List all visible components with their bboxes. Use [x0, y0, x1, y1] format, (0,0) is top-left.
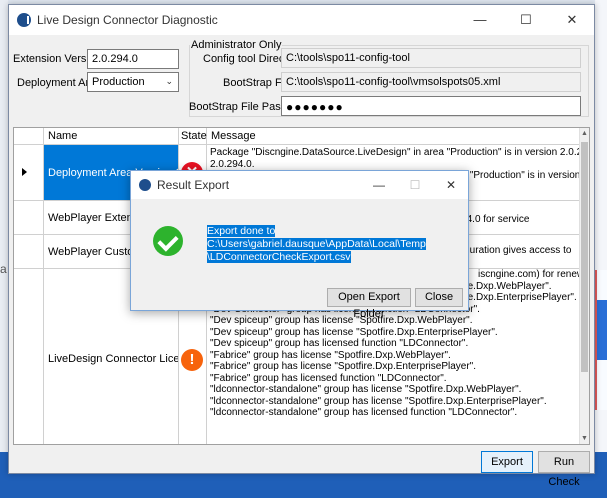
- password-dots: ●●●●●●●: [286, 100, 344, 114]
- bootstrap-file-field[interactable]: C:\tools\spo11-config-tool\vmsolspots05.…: [281, 72, 581, 92]
- message-line: "ldconnector-standalone" group has licen…: [210, 395, 547, 407]
- current-row-icon: [22, 167, 27, 176]
- scroll-down-icon[interactable]: ▼: [581, 435, 588, 442]
- extension-version-field[interactable]: 2.0.294.0: [87, 49, 179, 69]
- minimize-button[interactable]: —: [457, 5, 503, 35]
- row-header[interactable]: [14, 269, 44, 444]
- header-state[interactable]: State: [179, 128, 207, 145]
- message-line: "Dev spiceup" group has licensed functio…: [210, 338, 469, 349]
- scroll-thumb[interactable]: [581, 142, 588, 372]
- message-line: "ldconnector-standalone" group has licen…: [210, 407, 518, 418]
- row-header[interactable]: [14, 201, 44, 234]
- open-export-folder-button[interactable]: Open Export Folder: [327, 288, 411, 320]
- dialog-message-line: Export done to C:\Users\gabriel.dausque\…: [207, 225, 426, 250]
- message-line: "Fabrice" group has license "Spotfire.Dx…: [210, 349, 451, 361]
- run-check-button[interactable]: Run Check: [538, 451, 590, 488]
- message-line: 2.0.294.0.: [210, 158, 255, 170]
- header-name[interactable]: Name: [44, 128, 179, 145]
- dialog-message[interactable]: Export done to C:\Users\gabriel.dausque\…: [207, 225, 457, 264]
- bootstrap-password-field[interactable]: ●●●●●●●: [281, 96, 581, 116]
- chevron-down-icon: ⌄: [165, 76, 173, 86]
- dialog-message-line: \LDConnectorCheckExport.csv: [207, 251, 351, 263]
- message-line: "Fabrice" group has licensed function "L…: [210, 372, 447, 384]
- warning-icon: !: [181, 349, 203, 371]
- maximize-button[interactable]: ☐: [503, 5, 549, 35]
- grid-scrollbar[interactable]: ▲ ▼: [579, 128, 589, 444]
- success-check-icon: [153, 226, 183, 256]
- message-line: "ldconnector-standalone" group has licen…: [210, 384, 522, 395]
- background-right: [595, 0, 607, 498]
- header-message[interactable]: Message: [207, 128, 581, 145]
- scroll-up-icon[interactable]: ▲: [581, 130, 588, 137]
- dialog-close-button[interactable]: ✕: [433, 171, 469, 199]
- title-bar[interactable]: Live Design Connector Diagnostic — ☐ ✕: [9, 5, 594, 35]
- header-corner: [14, 128, 44, 145]
- message-line: Package "Discngine.DataSource.LiveDesign…: [210, 147, 581, 158]
- deployment-area-select[interactable]: Production ⌄: [87, 72, 179, 92]
- background-decoration-blue: [597, 300, 607, 360]
- dialog-minimize-button[interactable]: —: [361, 171, 397, 199]
- result-export-dialog: Result Export — ☐ ✕ Export done to C:\Us…: [130, 170, 469, 320]
- deployment-area-value: Production: [92, 76, 145, 88]
- message-line: "Dev spiceup" group has license "Spotfir…: [210, 315, 473, 326]
- close-button[interactable]: ✕: [549, 5, 595, 35]
- background-left: [0, 0, 8, 498]
- message-line: "Fabrice" group has license "Spotfire.Dx…: [210, 361, 476, 372]
- dialog-title: Result Export: [157, 178, 230, 192]
- background-text: a: [0, 262, 7, 276]
- message-line: "Dev spiceup" group has license "Spotfir…: [210, 326, 498, 338]
- dialog-close-action-button[interactable]: Close: [415, 288, 463, 307]
- dialog-maximize-button: ☐: [409, 178, 421, 192]
- dialog-title-bar[interactable]: Result Export — ☐ ✕: [131, 171, 468, 199]
- config-dir-field[interactable]: C:\tools\spo11-config-tool: [281, 48, 581, 68]
- row-header[interactable]: [14, 235, 44, 268]
- window-title: Live Design Connector Diagnostic: [37, 13, 218, 27]
- grid-header: Name State Message: [14, 128, 589, 145]
- app-logo-icon: [139, 179, 151, 191]
- row-header[interactable]: [14, 145, 44, 200]
- export-button[interactable]: Export: [481, 451, 533, 473]
- app-logo-icon: [17, 13, 31, 27]
- admin-group-label: Administrator Only: [190, 39, 283, 51]
